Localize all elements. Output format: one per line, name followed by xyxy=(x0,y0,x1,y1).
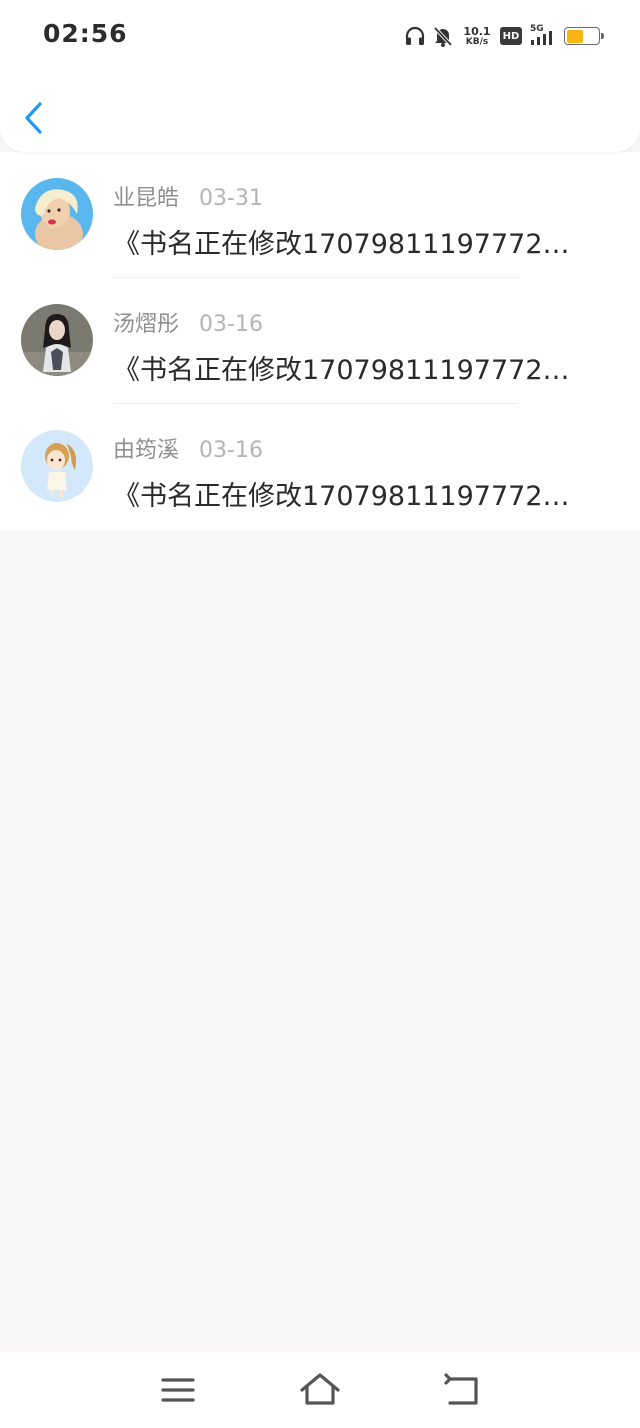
avatar-image xyxy=(21,178,93,250)
sender-name: 业昆皓 xyxy=(113,186,180,211)
message-header: 汤熠彤 03-16 xyxy=(113,306,263,338)
signal-indicator: 5G xyxy=(530,25,556,47)
speed-value: 10.1 xyxy=(463,24,491,38)
home-button[interactable] xyxy=(298,1370,340,1410)
avatar-image xyxy=(21,430,93,502)
message-item[interactable]: 由筠溪 03-16 《书名正在修改17079811197772… xyxy=(0,404,640,530)
message-list: 业昆皓 03-31 《书名正在修改17079811197772… 汤熠彤 03-… xyxy=(0,152,640,530)
system-nav-bar xyxy=(0,1352,640,1428)
message-text: 《书名正在修改17079811197772… xyxy=(113,355,570,386)
chevron-left-icon xyxy=(25,102,42,134)
battery-fill xyxy=(566,29,584,43)
message-date: 03-16 xyxy=(199,312,263,337)
back-button[interactable] xyxy=(18,96,54,140)
status-clock: 02:56 xyxy=(43,19,128,48)
speed-unit: KB/s xyxy=(465,36,489,47)
message-text: 《书名正在修改17079811197772… xyxy=(113,481,570,512)
avatar[interactable] xyxy=(21,304,93,376)
message-header: 业昆皓 03-31 xyxy=(113,180,263,212)
avatar[interactable] xyxy=(21,178,93,250)
back-nav-button[interactable] xyxy=(442,1370,482,1410)
message-header: 由筠溪 03-16 xyxy=(113,432,263,464)
avatar[interactable] xyxy=(21,430,93,502)
menu-icon xyxy=(161,1378,195,1402)
sender-name: 汤熠彤 xyxy=(113,312,180,337)
back-icon xyxy=(444,1373,478,1405)
mute-bell-icon xyxy=(433,26,453,47)
battery-icon xyxy=(564,27,604,45)
status-bar: 02:56 10.1 KB/s HD 5G xyxy=(0,0,640,72)
message-date: 03-31 xyxy=(199,186,263,211)
message-date: 03-16 xyxy=(199,438,263,463)
message-text: 《书名正在修改17079811197772… xyxy=(113,229,570,260)
message-item[interactable]: 汤熠彤 03-16 《书名正在修改17079811197772… xyxy=(0,278,640,404)
headphones-icon xyxy=(405,26,425,45)
menu-button[interactable] xyxy=(158,1370,198,1410)
sender-name: 由筠溪 xyxy=(113,438,180,463)
message-item[interactable]: 业昆皓 03-31 《书名正在修改17079811197772… xyxy=(0,152,640,278)
signal-icon xyxy=(531,31,552,45)
avatar-image xyxy=(21,304,93,376)
app-header: 02:56 10.1 KB/s HD 5G xyxy=(0,0,640,152)
hd-badge: HD xyxy=(500,27,522,45)
home-icon xyxy=(300,1373,340,1405)
network-speed: 10.1 KB/s xyxy=(462,26,492,47)
status-icons: 10.1 KB/s HD 5G xyxy=(404,22,604,50)
battery-cap xyxy=(601,33,604,39)
